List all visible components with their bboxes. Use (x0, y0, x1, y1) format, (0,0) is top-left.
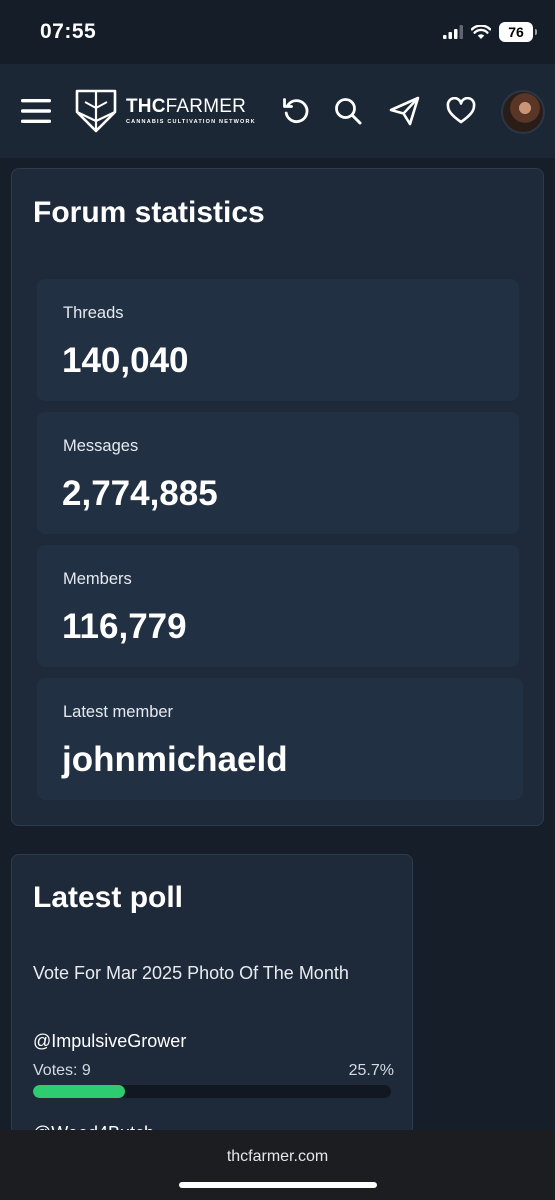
search-icon (335, 98, 362, 125)
stat-value: 2,774,885 (62, 474, 218, 513)
stat-threads: Threads 140,040 (37, 279, 519, 401)
stat-label: Latest member (63, 703, 174, 721)
poll-progress-fill (33, 1085, 125, 1098)
stat-messages: Messages 2,774,885 (37, 412, 519, 534)
logo-wordmark: THCFARMER (126, 96, 247, 117)
send-icon (389, 96, 420, 126)
user-avatar[interactable] (501, 90, 545, 134)
poll-option-name[interactable]: @ImpulsiveGrower (33, 1031, 186, 1052)
forum-statistics-card: Forum statistics Threads 140,040 Message… (11, 168, 544, 826)
app-header: THCFARMER CANNABIS CULTIVATION NETWORK (0, 64, 555, 158)
stat-label: Members (63, 570, 132, 588)
refresh-button[interactable] (279, 94, 313, 128)
poll-option-votes: Votes: 9 (33, 1062, 91, 1079)
stat-latest-member: Latest member johnmichaeld (37, 678, 523, 800)
favorites-button[interactable] (444, 94, 478, 128)
latest-poll-card: Latest poll Vote For Mar 2025 Photo Of T… (11, 854, 413, 1154)
wifi-icon (471, 24, 491, 39)
search-button[interactable] (331, 94, 365, 128)
poll-option-percent: 25.7% (348, 1062, 394, 1079)
latest-member-link[interactable]: johnmichaeld (62, 740, 288, 780)
poll-progress-bar (33, 1085, 391, 1098)
stat-label: Messages (63, 437, 139, 455)
latest-poll-title: Latest poll (33, 881, 184, 914)
stat-value: 140,040 (62, 341, 189, 380)
site-logo[interactable]: THCFARMER CANNABIS CULTIVATION NETWORK (74, 88, 256, 134)
refresh-icon (283, 98, 309, 123)
status-icons: 76 (443, 22, 537, 42)
logo-tagline: CANNABIS CULTIVATION NETWORK (126, 119, 256, 125)
battery-indicator: 76 (499, 22, 537, 42)
home-indicator[interactable] (179, 1182, 377, 1188)
poll-question-link[interactable]: Vote For Mar 2025 Photo Of The Month (33, 963, 349, 984)
logo-text: THCFARMER CANNABIS CULTIVATION NETWORK (126, 96, 256, 126)
stat-members: Members 116,779 (37, 545, 519, 667)
signal-icon (443, 25, 463, 39)
logo-emblem-icon (75, 89, 117, 133)
messages-button[interactable] (387, 94, 423, 128)
stat-label: Threads (63, 304, 124, 322)
browser-bottom-bar: thcfarmer.com (0, 1130, 555, 1200)
hamburger-icon (21, 99, 51, 123)
forum-statistics-title: Forum statistics (33, 196, 265, 229)
url-display[interactable]: thcfarmer.com (0, 1148, 555, 1166)
menu-button[interactable] (18, 94, 54, 128)
status-time: 07:55 (40, 20, 97, 43)
status-bar: 07:55 76 (0, 0, 555, 64)
stat-value: 116,779 (62, 607, 187, 646)
heart-icon (446, 97, 476, 124)
